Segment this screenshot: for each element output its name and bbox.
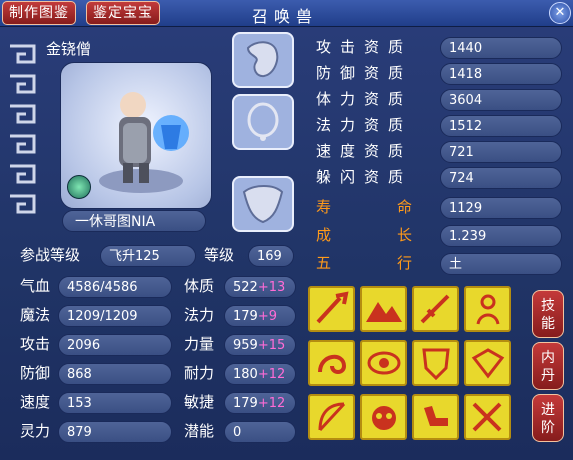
aptitude-value: 1512 bbox=[440, 115, 562, 137]
stat-label: 攻击 bbox=[20, 335, 51, 353]
owl-icon bbox=[372, 406, 396, 430]
stat-label: 速度 bbox=[20, 393, 51, 411]
stat-value: 868 bbox=[58, 363, 172, 385]
crossed-swords-icon bbox=[472, 402, 502, 432]
eye-icon bbox=[367, 351, 401, 375]
skill-slot[interactable] bbox=[360, 340, 407, 386]
catalog-button[interactable]: 制作图鉴 bbox=[2, 1, 76, 25]
aptitude-value: 3604 bbox=[440, 89, 562, 111]
stat-label: 灵力 bbox=[20, 422, 51, 440]
pet-type-name: 金铙僧 bbox=[46, 40, 92, 58]
bow-icon bbox=[318, 402, 346, 432]
equip-slot-armor[interactable] bbox=[232, 176, 294, 232]
aptitude-label: 攻击资质 bbox=[316, 38, 413, 56]
sword-icon bbox=[420, 294, 450, 324]
advance-tab-button[interactable]: 进阶 bbox=[532, 394, 564, 442]
skill-slot[interactable] bbox=[360, 394, 407, 440]
stat-label: 气血 bbox=[20, 277, 51, 295]
attr-label: 法力 bbox=[184, 306, 215, 324]
skill-slot[interactable] bbox=[308, 394, 355, 440]
skill-slot[interactable] bbox=[412, 286, 459, 332]
pet-nickname[interactable]: 一休哥图NIA bbox=[62, 210, 206, 232]
attr-value: 179+12 bbox=[224, 392, 296, 414]
aptitude-label: 法力资质 bbox=[316, 116, 413, 134]
stat-label: 魔法 bbox=[20, 306, 51, 324]
sword-strike-icon bbox=[316, 291, 349, 324]
aptitude-label: 速度资质 bbox=[316, 142, 413, 160]
skill-slot[interactable] bbox=[412, 394, 459, 440]
close-icon: ✕ bbox=[554, 5, 566, 20]
battle-level-label: 参战等级 bbox=[20, 246, 81, 264]
battle-level-value: 飞升125 bbox=[100, 245, 196, 267]
attr-label: 潜能 bbox=[184, 422, 215, 440]
necklace-icon bbox=[247, 102, 279, 141]
grade-label: 等级 bbox=[204, 246, 235, 264]
special-value: 1129 bbox=[440, 197, 562, 219]
skill-slot[interactable] bbox=[308, 286, 355, 332]
gem-icon bbox=[471, 348, 505, 379]
stat-value: 4586/4586 bbox=[58, 276, 172, 298]
appraise-button[interactable]: 鉴定宝宝 bbox=[86, 1, 160, 25]
figure-icon bbox=[476, 294, 500, 325]
skill-slot[interactable] bbox=[464, 286, 511, 332]
stat-value: 153 bbox=[58, 392, 172, 414]
aptitude-value: 721 bbox=[440, 141, 562, 163]
pet-portrait bbox=[60, 62, 212, 209]
aptitude-value: 724 bbox=[440, 167, 562, 189]
arm-icon bbox=[424, 406, 448, 426]
aptitude-value: 1418 bbox=[440, 63, 562, 85]
mountain-icon bbox=[366, 302, 402, 322]
skill-slot[interactable] bbox=[360, 286, 407, 332]
skill-grid bbox=[308, 286, 518, 444]
helmet-icon bbox=[246, 41, 279, 78]
aptitude-label: 躲闪资质 bbox=[316, 168, 413, 186]
stat-value: 879 bbox=[58, 421, 172, 443]
close-button[interactable]: ✕ bbox=[549, 2, 571, 24]
skill-slot[interactable] bbox=[412, 340, 459, 386]
attr-value: 0 bbox=[224, 421, 296, 443]
skills-tab-button[interactable]: 技能 bbox=[532, 290, 564, 338]
equip-slot-necklace[interactable] bbox=[232, 94, 294, 150]
attr-label: 敏捷 bbox=[184, 393, 215, 411]
aptitude-label: 体力资质 bbox=[316, 90, 413, 108]
attr-value: 959+15 bbox=[224, 334, 296, 356]
window-title: 召唤兽 bbox=[251, 7, 318, 26]
aptitude-value: 1440 bbox=[440, 37, 562, 59]
equip-slot-helmet[interactable] bbox=[232, 32, 294, 88]
swirl-icon bbox=[318, 355, 347, 374]
fret-decoration-icon bbox=[10, 44, 36, 214]
title-bar: 制作图鉴 鉴定宝宝 召唤兽 ✕ bbox=[0, 0, 573, 27]
attr-value: 179+9 bbox=[224, 305, 296, 327]
shield-icon bbox=[422, 348, 450, 381]
inner-core-tab-button[interactable]: 内丹 bbox=[532, 342, 564, 390]
attr-label: 体质 bbox=[184, 277, 215, 295]
armor-icon bbox=[242, 185, 284, 224]
attr-label: 耐力 bbox=[184, 364, 215, 382]
special-value: 1.239 bbox=[440, 225, 562, 247]
skill-slot[interactable] bbox=[464, 394, 511, 440]
special-value: 土 bbox=[440, 253, 562, 275]
aptitude-label: 防御资质 bbox=[316, 64, 413, 82]
skill-slot[interactable] bbox=[464, 340, 511, 386]
stat-value: 1209/1209 bbox=[58, 305, 172, 327]
attr-value: 522+13 bbox=[224, 276, 296, 298]
attr-label: 力量 bbox=[184, 335, 215, 353]
pet-window: 制作图鉴 鉴定宝宝 召唤兽 ✕ 金铙僧 一休哥图NIA 参战等级 飞升125 等… bbox=[0, 0, 573, 460]
element-orb-icon bbox=[67, 175, 91, 199]
attr-value: 180+12 bbox=[224, 363, 296, 385]
grade-value: 169 bbox=[248, 245, 294, 267]
stat-value: 2096 bbox=[58, 334, 172, 356]
stat-label: 防御 bbox=[20, 364, 51, 382]
skill-slot[interactable] bbox=[308, 340, 355, 386]
